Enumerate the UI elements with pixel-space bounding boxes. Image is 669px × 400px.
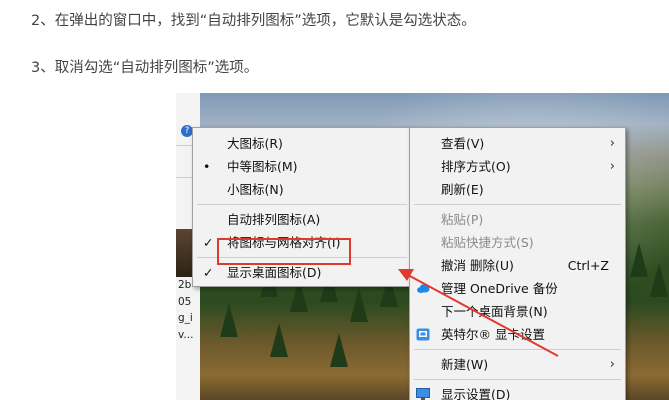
instruction-step-3: 3、取消勾选“自动排列图标”选项。 [31,60,259,76]
desktop-screenshot: ? 2b 05 g_i v... 大图标(R) • 中等图标(M) 小图标(N)… [176,93,669,400]
instruction-step-2: 2、在弹出的窗口中，找到“自动排列图标”选项，它默认是勾选状态。 [31,13,476,29]
tutorial-arrow-icon [398,269,559,357]
